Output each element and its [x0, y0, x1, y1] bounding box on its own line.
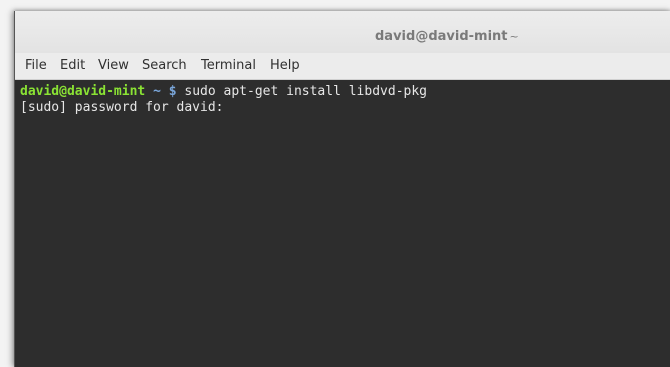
- menu-help[interactable]: Help: [270, 58, 300, 73]
- window-title: david@david-mint ~: [375, 29, 519, 44]
- menu-search[interactable]: Search: [142, 58, 187, 73]
- menu-file[interactable]: File: [25, 58, 47, 73]
- menu-bar: File Edit View Search Terminal Help: [15, 53, 670, 80]
- menu-edit[interactable]: Edit: [60, 58, 85, 73]
- window-title-suffix: ~: [509, 30, 519, 43]
- prompt-user-host: david@david-mint: [20, 84, 146, 99]
- terminal-output[interactable]: david@david-mint ~ $ sudo apt-get instal…: [15, 80, 670, 367]
- output-line: [sudo] password for david:: [20, 100, 224, 115]
- command-text: sudo apt-get install libdvd-pkg: [184, 84, 428, 99]
- menu-terminal[interactable]: Terminal: [201, 58, 256, 73]
- command-line: david@david-mint ~ $ sudo apt-get instal…: [20, 84, 670, 100]
- menu-view[interactable]: View: [98, 58, 129, 73]
- title-bar[interactable]: david@david-mint ~: [15, 11, 670, 53]
- prompt-path: ~ $: [153, 84, 177, 99]
- window-title-text: david@david-mint: [375, 29, 508, 44]
- terminal-window: david@david-mint ~ File Edit View Search …: [14, 11, 670, 367]
